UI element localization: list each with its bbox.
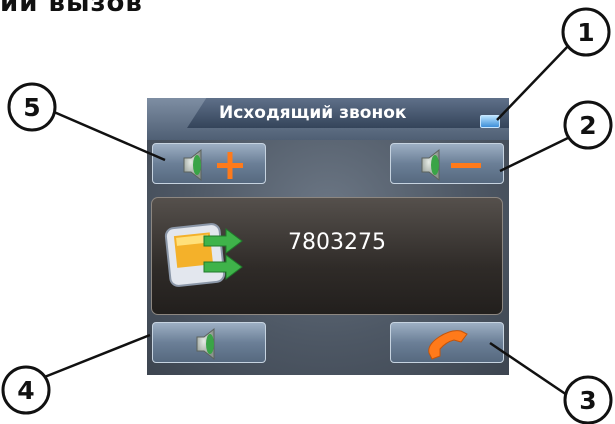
callout-5-label: 5 xyxy=(23,93,40,122)
pda-outgoing-call-icon xyxy=(164,223,243,287)
document-heading: ий вызов xyxy=(0,0,143,18)
hang-up-button[interactable] xyxy=(390,322,504,363)
volume-up-button[interactable] xyxy=(152,143,266,184)
call-info-panel: 7803275 xyxy=(151,197,503,315)
speaker-minus-icon xyxy=(421,148,481,182)
minimize-icon[interactable] xyxy=(480,115,500,128)
speaker-icon xyxy=(196,327,215,361)
callout-4-circle xyxy=(1,365,51,415)
callout-5-circle xyxy=(7,82,57,132)
window-title: Исходящий звонок xyxy=(219,103,407,123)
call-screen: Исходящий звонок 7803275 xyxy=(147,98,509,375)
callout-2-circle xyxy=(563,100,613,150)
mute-button[interactable] xyxy=(152,322,266,363)
callout-4-label: 4 xyxy=(17,376,34,405)
callout-2-label: 2 xyxy=(579,111,596,140)
callout-3-label: 3 xyxy=(579,386,596,415)
volume-down-button[interactable] xyxy=(390,143,504,184)
phone-number: 7803275 xyxy=(288,230,386,255)
callout-1-label: 1 xyxy=(577,18,594,47)
callout-1-circle xyxy=(561,7,611,57)
title-bar: Исходящий звонок xyxy=(147,98,509,140)
callout-3-circle xyxy=(563,375,613,424)
speaker-plus-icon xyxy=(183,148,243,182)
handset-icon xyxy=(428,330,468,360)
